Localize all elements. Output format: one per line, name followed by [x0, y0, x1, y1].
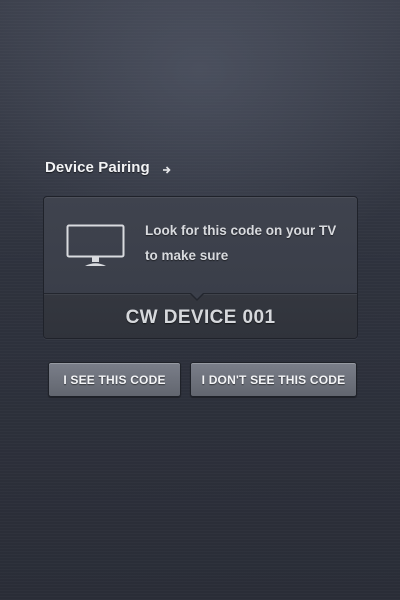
device-code: CW DEVICE 001 [125, 307, 276, 328]
tv-icon [66, 224, 126, 270]
i-see-this-code-button[interactable]: I SEE THIS CODE [48, 362, 181, 397]
i-dont-see-this-code-button[interactable]: I DON'T SEE THIS CODE [190, 362, 357, 397]
pairing-card: Look for this code on your TV to make su… [43, 196, 358, 339]
arrow-right-icon [162, 162, 172, 174]
divider-pointer [190, 292, 204, 299]
card-info-section: Look for this code on your TV to make su… [44, 197, 357, 293]
page-title: Device Pairing [45, 158, 150, 176]
header: Device Pairing [45, 156, 172, 178]
instruction-text: Look for this code on your TV to make su… [145, 223, 337, 263]
device-pairing-screen: Device Pairing Look for this code on you… [0, 0, 400, 600]
